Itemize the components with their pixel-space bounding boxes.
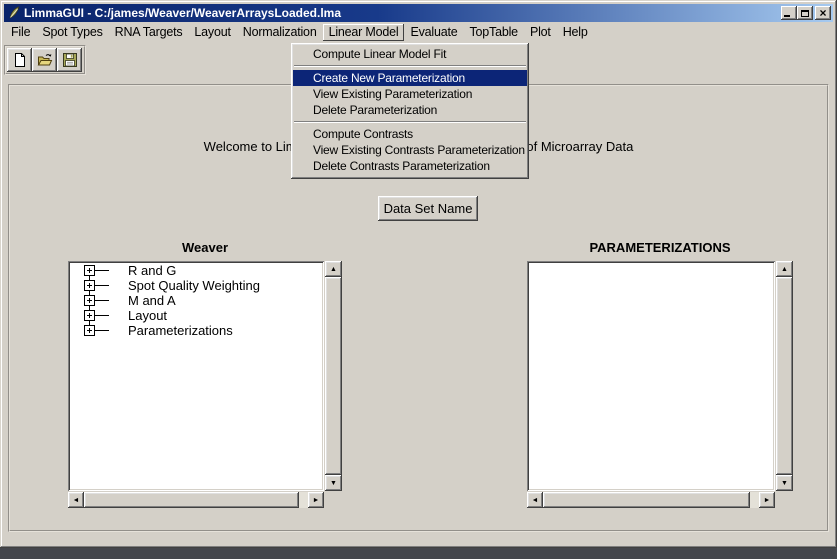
arrow-left-icon: ◄	[73, 497, 80, 504]
expand-plus-icon[interactable]	[84, 265, 95, 276]
scroll-up-button[interactable]: ▲	[325, 261, 342, 277]
scroll-track[interactable]	[84, 492, 308, 508]
scrollbar-thumb[interactable]	[543, 492, 750, 508]
tree-branch-line	[95, 285, 109, 286]
menu-rna-targets[interactable]: RNA Targets	[109, 24, 189, 41]
scroll-down-button[interactable]: ▼	[776, 475, 793, 491]
arrow-right-icon: ►	[313, 497, 320, 504]
scroll-track[interactable]	[325, 277, 342, 475]
tree-branch-line	[95, 315, 109, 316]
arrow-down-icon: ▼	[330, 480, 337, 487]
left-panel-title: Weaver	[68, 240, 342, 255]
menu-evaluate[interactable]: Evaluate	[404, 24, 463, 41]
data-set-name-button[interactable]: Data Set Name	[378, 196, 478, 221]
limmagui-window: LimmaGUI - C:/james/Weaver/WeaverArraysL…	[0, 0, 837, 548]
new-file-button[interactable]	[7, 48, 32, 72]
expand-plus-icon[interactable]	[84, 295, 95, 306]
tree-branch-line	[95, 330, 109, 331]
tree-item-m-and-a[interactable]: M and A	[70, 293, 322, 308]
menu-linear-model[interactable]: Linear Model	[323, 24, 405, 41]
minimize-button[interactable]	[781, 6, 797, 20]
right-horizontal-scrollbar[interactable]: ◄ ►	[527, 492, 775, 508]
arrow-up-icon: ▲	[330, 266, 337, 273]
scrollbar-thumb[interactable]	[325, 277, 342, 475]
maximize-icon	[801, 10, 809, 17]
save-floppy-icon	[62, 52, 78, 68]
window-title: LimmaGUI - C:/james/Weaver/WeaverArraysL…	[24, 6, 341, 20]
window-controls: ×	[781, 6, 831, 20]
arrow-down-icon: ▼	[781, 480, 788, 487]
menu-help[interactable]: Help	[557, 24, 594, 41]
tree-item-label: Spot Quality Weighting	[128, 278, 260, 293]
tree-item-spot-quality-weighting[interactable]: Spot Quality Weighting	[70, 278, 322, 293]
menuitem-delete-contrasts-parameterization[interactable]: Delete Contrasts Parameterization	[293, 158, 527, 174]
desktop-background: LimmaGUI - C:/james/Weaver/WeaverArraysL…	[0, 0, 837, 559]
left-horizontal-scrollbar[interactable]: ◄ ►	[68, 492, 324, 508]
menu-file[interactable]: File	[5, 24, 36, 41]
expand-plus-icon[interactable]	[84, 310, 95, 321]
scroll-right-button[interactable]: ►	[759, 492, 775, 508]
scroll-left-button[interactable]: ◄	[527, 492, 543, 508]
arrow-right-icon: ►	[764, 497, 771, 504]
left-vertical-scrollbar[interactable]: ▲ ▼	[325, 261, 342, 491]
open-folder-icon	[37, 52, 53, 68]
tree-item-label: M and A	[128, 293, 176, 308]
scroll-right-button[interactable]: ►	[308, 492, 324, 508]
feather-icon	[7, 6, 21, 20]
close-icon: ×	[819, 7, 826, 19]
tree-item-parameterizations[interactable]: Parameterizations	[70, 323, 322, 338]
menu-separator	[294, 121, 526, 123]
right-panel-title: PARAMETERIZATIONS	[527, 240, 793, 255]
dataset-tree: R and G Spot Quality Weighting M and A L…	[70, 263, 322, 489]
menuitem-view-existing-parameterization[interactable]: View Existing Parameterization	[293, 86, 527, 102]
linear-model-dropdown-menu: Compute Linear Model Fit Create New Para…	[291, 43, 529, 179]
open-file-button[interactable]	[32, 48, 57, 72]
scroll-up-button[interactable]: ▲	[776, 261, 793, 277]
scrollbar-thumb[interactable]	[84, 492, 299, 508]
tree-item-label: Parameterizations	[128, 323, 233, 338]
scrollbar-thumb[interactable]	[776, 277, 793, 475]
right-vertical-scrollbar[interactable]: ▲ ▼	[776, 261, 793, 491]
menuitem-view-existing-contrasts-parameterization[interactable]: View Existing Contrasts Parameterization	[293, 142, 527, 158]
expand-plus-icon[interactable]	[84, 325, 95, 336]
scroll-down-button[interactable]: ▼	[325, 475, 342, 491]
menu-plot[interactable]: Plot	[524, 24, 557, 41]
dataset-tree-listbox[interactable]: R and G Spot Quality Weighting M and A L…	[68, 261, 324, 491]
tree-branch-line	[95, 270, 109, 271]
tree-item-label: R and G	[128, 263, 176, 278]
titlebar[interactable]: LimmaGUI - C:/james/Weaver/WeaverArraysL…	[4, 4, 833, 22]
close-button[interactable]: ×	[815, 6, 831, 20]
menu-spot-types[interactable]: Spot Types	[36, 24, 108, 41]
scroll-left-button[interactable]: ◄	[68, 492, 84, 508]
tree-item-label: Layout	[128, 308, 167, 323]
menuitem-compute-contrasts[interactable]: Compute Contrasts	[293, 126, 527, 142]
save-file-button[interactable]	[57, 48, 82, 72]
menu-normalization[interactable]: Normalization	[237, 24, 323, 41]
menu-toptable[interactable]: TopTable	[464, 24, 524, 41]
tree-item-layout[interactable]: Layout	[70, 308, 322, 323]
new-document-icon	[12, 52, 28, 68]
menuitem-create-new-parameterization[interactable]: Create New Parameterization	[293, 70, 527, 86]
scroll-track[interactable]	[776, 277, 793, 475]
parameterizations-listbox[interactable]	[527, 261, 775, 491]
menuitem-delete-parameterization[interactable]: Delete Parameterization	[293, 102, 527, 118]
minimize-icon	[784, 15, 790, 17]
arrow-left-icon: ◄	[532, 497, 539, 504]
expand-plus-icon[interactable]	[84, 280, 95, 291]
toolbar	[4, 45, 86, 75]
menu-layout[interactable]: Layout	[188, 24, 236, 41]
maximize-button[interactable]	[797, 6, 813, 20]
menu-separator	[294, 65, 526, 67]
menubar: File Spot Types RNA Targets Layout Norma…	[4, 23, 833, 41]
arrow-up-icon: ▲	[781, 266, 788, 273]
scroll-track[interactable]	[543, 492, 759, 508]
tree-branch-line	[95, 300, 109, 301]
tree-item-r-and-g[interactable]: R and G	[70, 263, 322, 278]
menuitem-compute-linear-model-fit[interactable]: Compute Linear Model Fit	[293, 46, 527, 62]
